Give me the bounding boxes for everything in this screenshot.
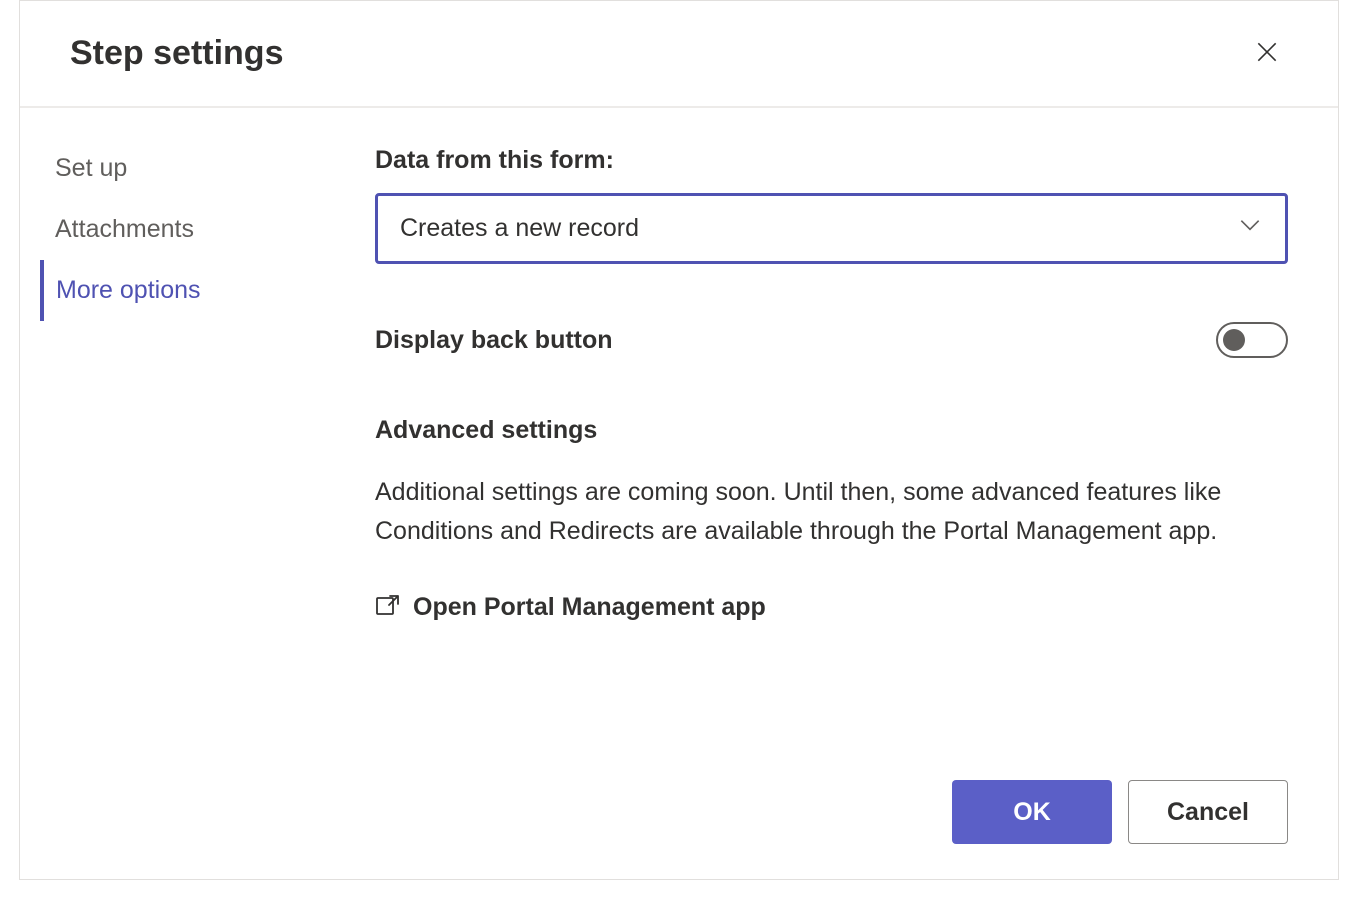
chevron-down-icon [1237, 212, 1263, 245]
ok-button-label: OK [1013, 798, 1051, 827]
open-portal-management-link[interactable]: Open Portal Management app [375, 593, 1288, 622]
dialog-header: Step settings [20, 1, 1338, 108]
sidebar-item-attachments[interactable]: Attachments [40, 199, 360, 260]
sidebar-item-more-options[interactable]: More options [40, 260, 360, 321]
cancel-button[interactable]: Cancel [1128, 780, 1288, 844]
content-panel: Data from this form: Creates a new recor… [360, 138, 1338, 780]
open-portal-management-label: Open Portal Management app [413, 593, 766, 622]
dialog-body: Set up Attachments More options Data fro… [20, 108, 1338, 780]
display-back-label: Display back button [375, 326, 613, 355]
data-from-label: Data from this form: [375, 146, 1288, 175]
sidebar-item-setup[interactable]: Set up [40, 138, 360, 199]
data-from-dropdown[interactable]: Creates a new record [375, 193, 1288, 264]
advanced-settings-title: Advanced settings [375, 416, 1288, 445]
close-icon [1254, 39, 1280, 68]
display-back-row: Display back button [375, 322, 1288, 358]
sidebar: Set up Attachments More options [20, 138, 360, 780]
dialog-title: Step settings [70, 34, 283, 73]
step-settings-dialog: Step settings Set up Attachments More op… [19, 0, 1339, 880]
sidebar-item-label: Set up [55, 154, 127, 182]
dialog-footer: OK Cancel [20, 780, 1338, 879]
external-link-icon [375, 594, 401, 621]
advanced-settings-description: Additional settings are coming soon. Unt… [375, 473, 1288, 551]
dropdown-value: Creates a new record [400, 214, 639, 243]
close-button[interactable] [1246, 31, 1288, 76]
toggle-knob [1223, 329, 1245, 351]
cancel-button-label: Cancel [1167, 798, 1249, 827]
display-back-toggle[interactable] [1216, 322, 1288, 358]
sidebar-item-label: More options [56, 276, 201, 304]
sidebar-item-label: Attachments [55, 215, 194, 243]
ok-button[interactable]: OK [952, 780, 1112, 844]
